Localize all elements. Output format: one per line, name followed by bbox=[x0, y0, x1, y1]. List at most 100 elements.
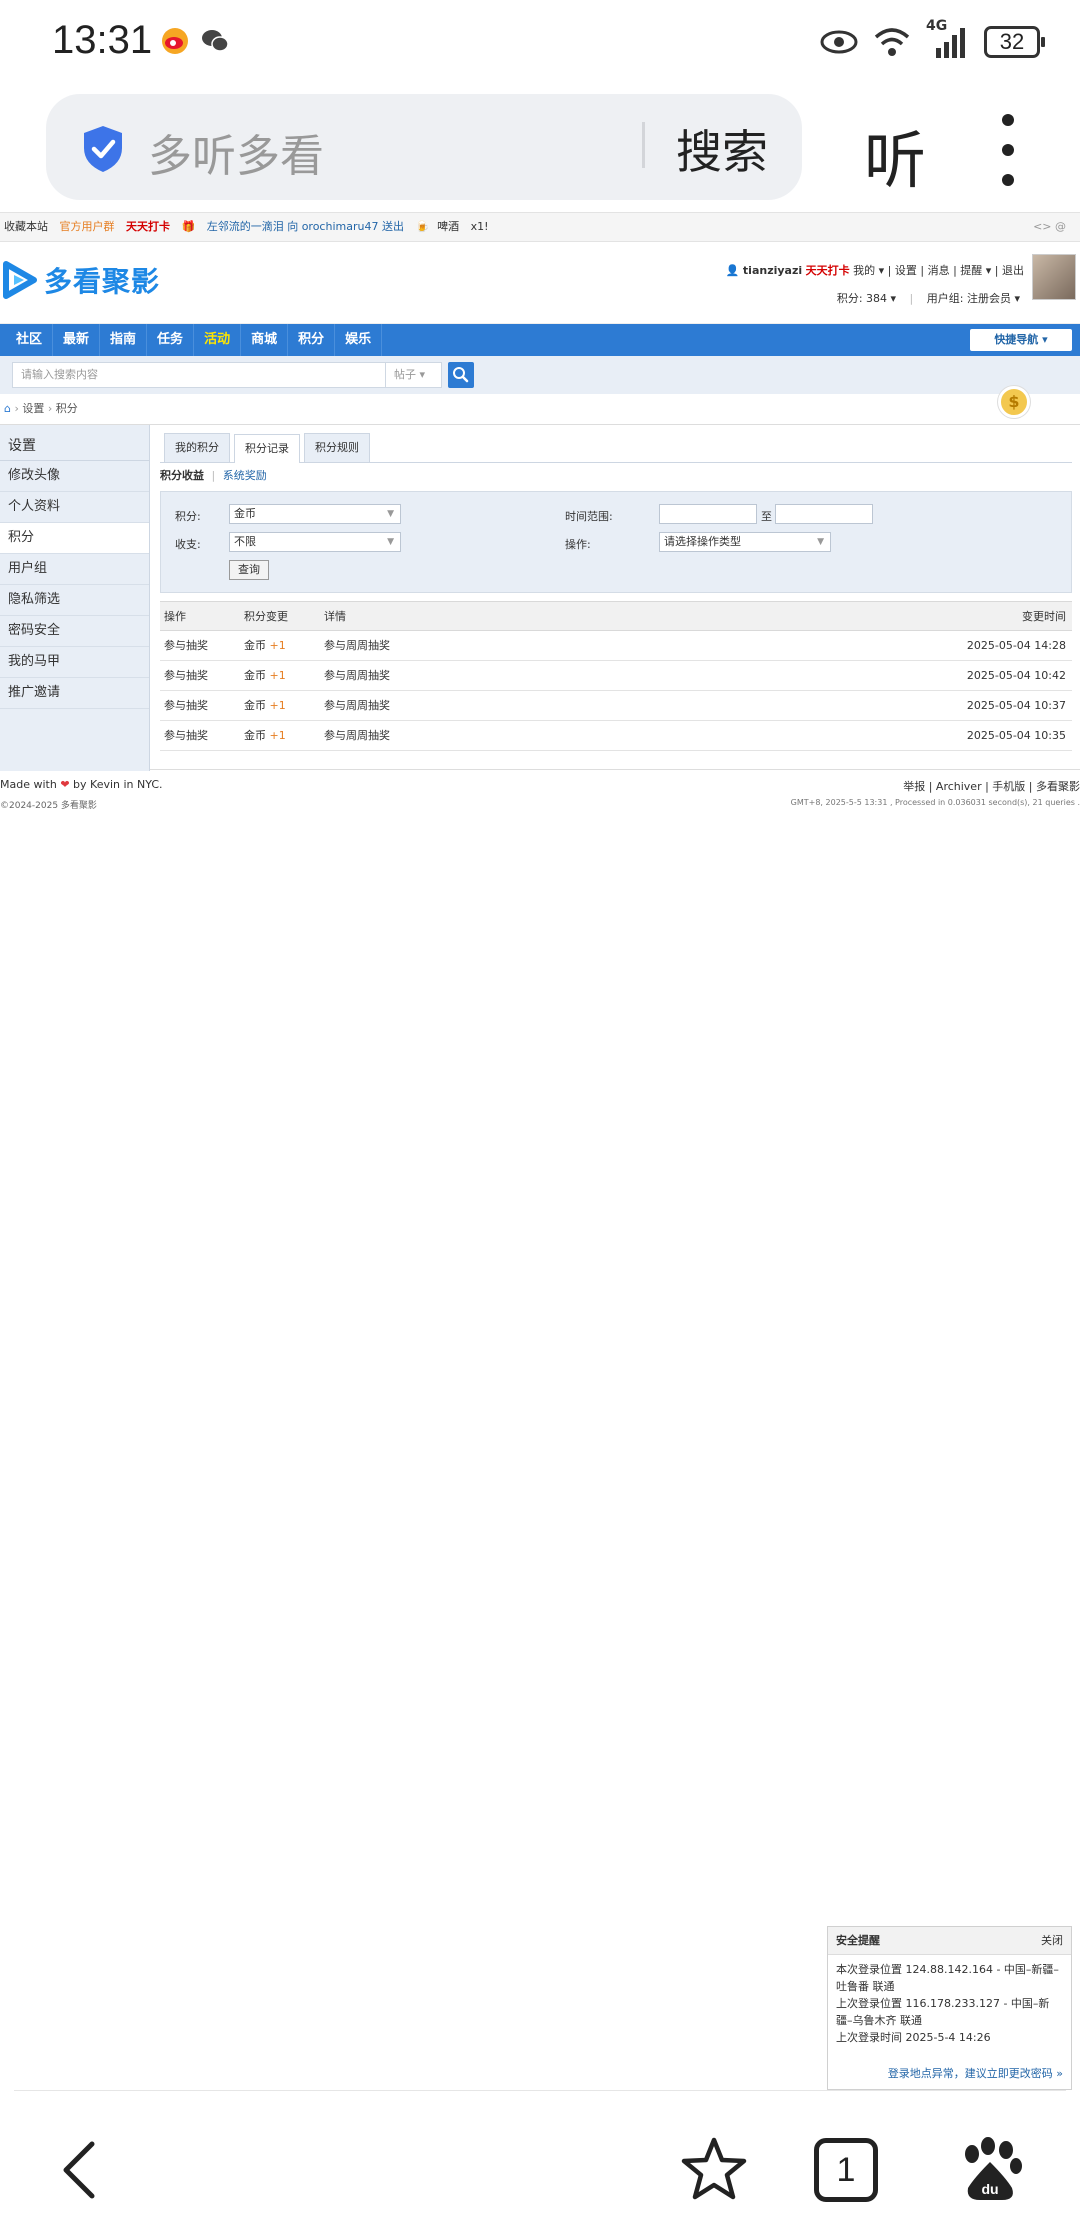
weibo-icon bbox=[162, 28, 188, 54]
username-link[interactable]: tianziyazi bbox=[743, 264, 802, 277]
table-row: 参与抽奖 金币 +1 参与周周抽奖 2025-05-04 14:28 bbox=[160, 631, 1072, 661]
table-row: 参与抽奖 金币 +1 参与周周抽奖 2025-05-04 10:37 bbox=[160, 691, 1072, 721]
chevron-down-icon: ▼ bbox=[387, 509, 394, 519]
quick-nav-button[interactable]: 快捷导航 ▾ bbox=[970, 329, 1072, 351]
row-detail: 参与周周抽奖 bbox=[324, 639, 390, 652]
nav-item-community[interactable]: 社区 bbox=[6, 324, 54, 356]
end-date-input[interactable] bbox=[775, 504, 873, 524]
points-type-value: 金币 bbox=[234, 507, 256, 520]
to-label: 至 bbox=[761, 510, 772, 523]
row-change: 金币 +1 bbox=[244, 639, 286, 652]
nav-item-guide[interactable]: 指南 bbox=[100, 324, 148, 356]
subtab-system-rewards[interactable]: 系统奖励 bbox=[223, 469, 267, 482]
site-logo[interactable]: 多看聚影 bbox=[2, 260, 160, 300]
user-links[interactable]: 我的 ▾ | 设置 | 消息 | 提醒 ▾ | 退出 bbox=[853, 264, 1024, 277]
row-change: 金币 +1 bbox=[244, 669, 286, 682]
query-button[interactable]: 查询 bbox=[229, 560, 269, 580]
points-dropdown[interactable]: 积分: 384 ▾ bbox=[837, 292, 896, 305]
search-icon bbox=[453, 367, 469, 383]
change-password-link[interactable]: 登录地点异常，建议立即更改密码 » bbox=[888, 2065, 1063, 2081]
nav-item-points[interactable]: 积分 bbox=[288, 324, 336, 356]
avatar[interactable] bbox=[1032, 254, 1076, 300]
top-announcement-bar: 收藏本站 官方用户群 天天打卡 🎁 左邻流的一滴泪 向 orochimaru47… bbox=[0, 212, 1080, 242]
row-operation: 参与抽奖 bbox=[164, 699, 208, 712]
strip-controls[interactable]: <> @ bbox=[1033, 213, 1066, 241]
points-main: 我的积分 积分记录 积分规则 积分收益 | 系统奖励 积分: 金币 ▼ 收支: 不… bbox=[160, 433, 1072, 751]
baidu-icon[interactable]: du bbox=[952, 2132, 1028, 2208]
sidebar-item-alt-accounts[interactable]: 我的马甲 bbox=[0, 647, 149, 678]
more-menu-icon[interactable] bbox=[996, 114, 1020, 186]
heart-icon: ❤ bbox=[60, 778, 70, 791]
col-detail: 详情 bbox=[324, 610, 346, 623]
points-type-label: 积分: bbox=[175, 510, 201, 523]
subtab-income[interactable]: 积分收益 bbox=[160, 469, 204, 482]
sidebar-item-security[interactable]: 密码安全 bbox=[0, 616, 149, 647]
sidebar-item-privacy[interactable]: 隐私筛选 bbox=[0, 585, 149, 616]
row-time: 2025-05-04 14:28 bbox=[966, 639, 1066, 652]
web-page: 收藏本站 官方用户群 天天打卡 🎁 左邻流的一滴泪 向 orochimaru47… bbox=[0, 212, 1080, 820]
main-nav: 社区 最新 指南 任务 活动 商城 积分 娱乐 快捷导航 ▾ bbox=[0, 324, 1080, 356]
security-close-button[interactable]: 关闭 bbox=[1041, 1927, 1063, 1955]
footer-links[interactable]: 举报 | Archiver | 手机版 | 多看聚影 bbox=[903, 778, 1080, 794]
site-search-button[interactable] bbox=[448, 362, 474, 388]
tab-my-points[interactable]: 我的积分 bbox=[164, 433, 230, 462]
nav-item-tasks[interactable]: 任务 bbox=[147, 324, 195, 356]
sidebar-item-profile[interactable]: 个人资料 bbox=[0, 492, 149, 523]
row-change: 金币 +1 bbox=[244, 699, 286, 712]
status-time: 13:31 bbox=[52, 18, 153, 62]
search-type-select[interactable]: 帖子 ▾ bbox=[386, 362, 442, 388]
checkin-link[interactable]: 天天打卡 bbox=[126, 220, 170, 233]
nav-item-entertainment[interactable]: 娱乐 bbox=[335, 324, 383, 356]
tab-points-log[interactable]: 积分记录 bbox=[234, 434, 300, 463]
logo-text: 多看聚影 bbox=[44, 265, 161, 298]
address-divider bbox=[642, 122, 645, 168]
sidebar-item-avatar[interactable]: 修改头像 bbox=[0, 461, 149, 492]
listen-button[interactable]: 听 bbox=[864, 110, 926, 200]
breadcrumb-points[interactable]: 积分 bbox=[56, 402, 78, 415]
address-text: 多听多看 bbox=[148, 131, 324, 182]
battery-icon: 32 bbox=[984, 26, 1045, 58]
breadcrumb: ⌂ › 设置 › 积分 $ bbox=[0, 386, 1080, 424]
nav-item-latest[interactable]: 最新 bbox=[53, 324, 101, 356]
nav-item-events[interactable]: 活动 bbox=[194, 324, 242, 356]
filter-panel: 积分: 金币 ▼ 收支: 不限 ▼ 查询 时间范围: 至 操作: 请选择操作类型 ▼ bbox=[160, 491, 1072, 593]
col-time: 变更时间 bbox=[1022, 610, 1066, 623]
user-group-link[interactable]: 官方用户群 bbox=[60, 220, 115, 233]
star-icon[interactable] bbox=[676, 2132, 752, 2208]
site-footer: Made with ❤ by Kevin in NYC. ©2024-2025 … bbox=[0, 770, 1080, 820]
tab-points-rules[interactable]: 积分规则 bbox=[304, 433, 370, 462]
gift-count: x1! bbox=[470, 220, 489, 233]
search-button[interactable]: 搜索 bbox=[676, 116, 768, 182]
chevron-down-icon: ▼ bbox=[387, 537, 394, 547]
points-tabs: 我的积分 积分记录 积分规则 bbox=[160, 433, 1072, 463]
gift-icon: 🎁 bbox=[181, 220, 196, 233]
row-time: 2025-05-04 10:37 bbox=[966, 699, 1066, 712]
home-icon[interactable]: ⌂ bbox=[4, 402, 11, 415]
sidebar-item-invite[interactable]: 推广邀请 bbox=[0, 678, 149, 709]
settings-content: 设置 修改头像 个人资料 积分 用户组 隐私筛选 密码安全 我的马甲 推广邀请 … bbox=[0, 424, 1080, 771]
usergroup-dropdown[interactable]: 用户组: 注册会员 ▾ bbox=[927, 292, 1020, 305]
chevron-down-icon: ▼ bbox=[817, 537, 824, 547]
address-bar[interactable]: 多听多看 搜索 bbox=[46, 94, 802, 200]
operation-select[interactable]: 请选择操作类型 ▼ bbox=[659, 532, 831, 552]
sidebar-item-points[interactable]: 积分 bbox=[0, 523, 149, 554]
breadcrumb-settings[interactable]: 设置 bbox=[22, 402, 44, 415]
made-with-text: Made with ❤ by Kevin in NYC. bbox=[0, 778, 163, 791]
income-select[interactable]: 不限 ▼ bbox=[229, 532, 401, 552]
start-date-input[interactable] bbox=[659, 504, 757, 524]
coin-icon[interactable]: $ bbox=[998, 386, 1030, 418]
signal-icon: 4G bbox=[926, 18, 970, 60]
sidebar-item-usergroup[interactable]: 用户组 bbox=[0, 554, 149, 585]
row-operation: 参与抽奖 bbox=[164, 669, 208, 682]
bookmark-link[interactable]: 收藏本站 bbox=[4, 220, 48, 233]
gift-news[interactable]: 左邻流的一滴泪 向 orochimaru47 送出 bbox=[207, 220, 404, 233]
row-detail: 参与周周抽奖 bbox=[324, 699, 390, 712]
tabs-icon[interactable]: 1 bbox=[814, 2138, 878, 2202]
points-type-select[interactable]: 金币 ▼ bbox=[229, 504, 401, 524]
header-checkin-link[interactable]: 天天打卡 bbox=[806, 264, 850, 277]
status-bar: 13:31 4G 32 bbox=[0, 0, 1080, 84]
back-icon[interactable] bbox=[42, 2132, 118, 2208]
wifi-icon bbox=[874, 28, 910, 56]
nav-item-shop[interactable]: 商城 bbox=[241, 324, 289, 356]
site-search-input[interactable]: 请输入搜索内容 bbox=[12, 362, 386, 388]
